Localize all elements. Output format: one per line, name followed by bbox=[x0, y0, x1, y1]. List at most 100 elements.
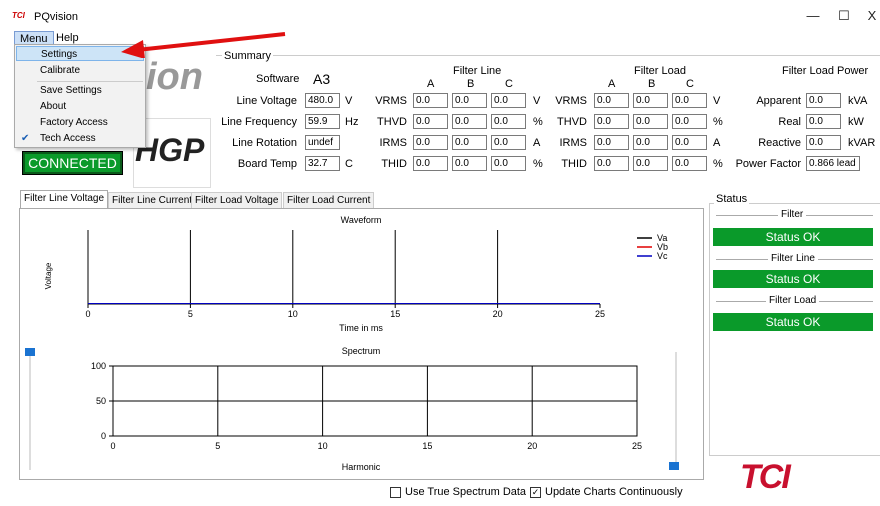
filter-line-vrms-unit: V bbox=[533, 95, 541, 107]
filter-line-irms-unit: A bbox=[533, 137, 541, 149]
filter-section-label: Filter bbox=[778, 209, 807, 220]
tab-filter-line-current[interactable]: Filter Line Current bbox=[108, 192, 197, 209]
filter-line-irms-label: IRMS bbox=[379, 137, 408, 149]
spectrum-plot-area: 0 5 10 15 20 25 0 50 100 bbox=[91, 361, 642, 451]
filter-load-thid-a: 0.0 bbox=[594, 156, 629, 171]
left-slider-track[interactable] bbox=[29, 352, 31, 470]
tab-filter-line-voltage[interactable]: Filter Line Voltage bbox=[20, 190, 109, 209]
waveform-chart: Waveform Voltage Time in ms 0 5 10 15 20 25 V… bbox=[44, 215, 668, 333]
filter-line-thid-label: THID bbox=[381, 158, 407, 170]
filter-line-title: Filter Line bbox=[453, 65, 502, 77]
menu-item-save-settings[interactable]: Save Settings bbox=[16, 83, 144, 98]
window-title: PQvision bbox=[34, 11, 79, 23]
filter-line-col-c: C bbox=[505, 78, 513, 90]
power-factor-field: 0.866 lead bbox=[806, 156, 860, 171]
spectrum-ytick-label: 50 bbox=[96, 396, 106, 406]
filter-load-col-b: B bbox=[648, 78, 656, 90]
filter-line-col-b: B bbox=[467, 78, 475, 90]
line-frequency-unit: Hz bbox=[345, 116, 359, 128]
logo-fragment-vision: ion bbox=[146, 56, 203, 98]
line-voltage-unit: V bbox=[345, 95, 353, 107]
filter-load-vrms-b: 0.0 bbox=[633, 93, 668, 108]
filter-load-vrms-unit: V bbox=[713, 95, 721, 107]
filter-load-thvd-label: THVD bbox=[557, 116, 587, 128]
waveform-title: Waveform bbox=[341, 215, 382, 225]
menu-item-about[interactable]: About bbox=[16, 99, 144, 114]
left-slider-thumb[interactable] bbox=[25, 348, 35, 356]
filter-load-vrms-c: 0.0 bbox=[672, 93, 707, 108]
check-icon: ✔ bbox=[21, 133, 30, 144]
menu-item-tech-access[interactable]: ✔ Tech Access bbox=[16, 131, 144, 146]
tci-logo: TCI bbox=[740, 458, 791, 496]
filter-line-irms-a: 0.0 bbox=[413, 135, 448, 150]
tab-filter-load-current[interactable]: Filter Load Current bbox=[283, 192, 375, 209]
spectrum-xtick-label: 5 bbox=[215, 441, 220, 451]
minimize-button[interactable]: — bbox=[802, 6, 824, 26]
spectrum-xtick-label: 15 bbox=[422, 441, 432, 451]
apparent-field: 0.0 bbox=[806, 93, 841, 108]
menu-item-tech-access-label: Tech Access bbox=[40, 133, 96, 144]
line-rotation-label: Line Rotation bbox=[232, 137, 297, 149]
menu-item-factory-access[interactable]: Factory Access bbox=[16, 115, 144, 130]
software-label: Software bbox=[256, 73, 300, 85]
board-temp-label: Board Temp bbox=[237, 158, 297, 170]
filter-line-thvd-unit: % bbox=[533, 116, 543, 128]
line-voltage-label: Line Voltage bbox=[236, 95, 297, 107]
maximize-button[interactable]: ☐ bbox=[833, 6, 855, 26]
waveform-tick-label: 0 bbox=[85, 309, 90, 319]
tab-filter-load-voltage[interactable]: Filter Load Voltage bbox=[191, 192, 283, 209]
spectrum-ytick-label: 0 bbox=[101, 431, 106, 441]
filter-load-thid-unit: % bbox=[713, 158, 723, 170]
filter-line-thid-unit: % bbox=[533, 158, 543, 170]
filter-line-status-ok: Status OK bbox=[713, 270, 873, 288]
filter-load-thvd-b: 0.0 bbox=[633, 114, 668, 129]
use-true-spectrum-label: Use True Spectrum Data bbox=[405, 486, 527, 498]
filter-load-col-a: A bbox=[608, 78, 616, 90]
filter-line-thvd-b: 0.0 bbox=[452, 114, 487, 129]
filter-line-col-a: A bbox=[427, 78, 435, 90]
waveform-tick-label: 10 bbox=[288, 309, 298, 319]
spectrum-title: Spectrum bbox=[342, 346, 381, 356]
waveform-tick-label: 15 bbox=[390, 309, 400, 319]
app-icon: TCI bbox=[12, 11, 25, 20]
board-temp-unit: C bbox=[345, 158, 353, 170]
reactive-field: 0.0 bbox=[806, 135, 841, 150]
filter-load-section-label: Filter Load bbox=[766, 295, 820, 306]
filter-load-irms-a: 0.0 bbox=[594, 135, 629, 150]
status-title: Status bbox=[714, 193, 750, 205]
filter-load-status-ok: Status OK bbox=[713, 313, 873, 331]
filter-line-vrms-a: 0.0 bbox=[413, 93, 448, 108]
apparent-unit: kVA bbox=[848, 95, 868, 107]
legend-label-vc: Vc bbox=[657, 251, 668, 261]
filter-line-vrms-label: VRMS bbox=[375, 95, 407, 107]
filter-load-thid-c: 0.0 bbox=[672, 156, 707, 171]
checkmark-icon: ✓ bbox=[531, 487, 540, 497]
right-slider-thumb[interactable] bbox=[669, 462, 679, 470]
spectrum-xlabel: Harmonic bbox=[342, 462, 381, 472]
filter-line-thvd-label: THVD bbox=[377, 116, 407, 128]
filter-line-irms-c: 0.0 bbox=[491, 135, 526, 150]
filter-line-thvd-a: 0.0 bbox=[413, 114, 448, 129]
waveform-xlabel: Time in ms bbox=[339, 323, 383, 333]
connection-status-badge: CONNECTED bbox=[22, 151, 123, 175]
filter-load-thvd-unit: % bbox=[713, 116, 723, 128]
filter-load-thid-label: THID bbox=[561, 158, 587, 170]
real-unit: kW bbox=[848, 116, 864, 128]
menu-dropdown: Settings Calibrate Save Settings About F… bbox=[14, 44, 146, 148]
update-continuously-checkbox[interactable]: ✓ bbox=[530, 487, 541, 498]
menu-separator bbox=[37, 81, 143, 82]
filter-line-irms-b: 0.0 bbox=[452, 135, 487, 150]
menu-item-calibrate[interactable]: Calibrate bbox=[16, 63, 144, 78]
close-button[interactable]: X bbox=[864, 6, 880, 26]
filter-line-section-label: Filter Line bbox=[768, 253, 818, 264]
filter-load-irms-c: 0.0 bbox=[672, 135, 707, 150]
filter-load-vrms-a: 0.0 bbox=[594, 93, 629, 108]
board-temp-field: 32.7 bbox=[305, 156, 340, 171]
spectrum-xtick-label: 25 bbox=[632, 441, 642, 451]
right-slider-track[interactable] bbox=[675, 352, 677, 470]
filter-load-thvd-a: 0.0 bbox=[594, 114, 629, 129]
spectrum-ytick-label: 100 bbox=[91, 361, 106, 371]
waveform-plot-area: 0 5 10 15 20 25 bbox=[85, 230, 605, 319]
filter-load-irms-unit: A bbox=[713, 137, 721, 149]
use-true-spectrum-checkbox[interactable] bbox=[390, 487, 401, 498]
